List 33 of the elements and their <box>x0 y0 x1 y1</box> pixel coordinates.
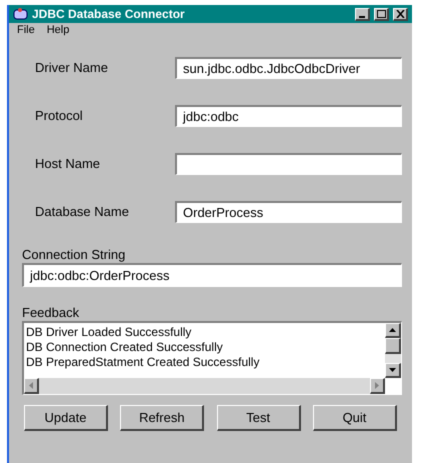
field-label: Feedback <box>22 304 80 321</box>
scroll-up-icon[interactable] <box>385 323 401 338</box>
feedback-text-area[interactable]: DB Driver Loaded Successfully DB Connection Created Successfully DB PreparedStatment Created Successfully <box>22 321 402 395</box>
text-field[interactable]: jdbc:odbc:OrderProcess <box>22 263 402 287</box>
minimize-icon[interactable] <box>355 8 370 20</box>
vertical-scrollbar[interactable] <box>385 323 401 378</box>
action-button[interactable]: Quit <box>312 405 397 431</box>
text-field[interactable]: jdbc:odbc <box>175 105 402 127</box>
text-field[interactable]: sun.jdbc.odbc.JdbcOdbcDriver <box>175 57 402 79</box>
action-button[interactable]: Test <box>216 405 301 431</box>
close-icon[interactable] <box>393 8 408 20</box>
scroll-down-icon[interactable] <box>385 363 401 378</box>
menu-item[interactable]: File <box>17 24 35 36</box>
text-field[interactable] <box>175 153 402 175</box>
app-icon <box>13 7 28 21</box>
field-label: Driver Name <box>35 59 109 78</box>
feedback-line: DB Driver Loaded Successfully <box>26 325 192 340</box>
menu-item[interactable]: Help <box>46 24 70 36</box>
maximize-icon[interactable] <box>374 8 389 20</box>
scroll-left-icon[interactable] <box>24 378 39 394</box>
action-button[interactable]: Refresh <box>120 405 204 431</box>
field-label: Host Name <box>35 155 102 174</box>
field-label: Connection String <box>22 246 126 263</box>
horizontal-scrollbar[interactable] <box>24 378 385 394</box>
text-field[interactable]: OrderProcess <box>175 201 402 223</box>
scroll-thumb[interactable] <box>385 338 401 354</box>
field-label: Database Name <box>35 203 130 222</box>
feedback-line: DB Connection Created Successfully <box>26 340 224 355</box>
scroll-right-icon[interactable] <box>370 378 385 394</box>
action-button[interactable]: Update <box>24 405 108 431</box>
window-title: JDBC Database Connector <box>32 6 186 23</box>
field-label: Protocol <box>35 107 84 126</box>
feedback-line: DB PreparedStatment Created Successfully <box>26 355 260 370</box>
